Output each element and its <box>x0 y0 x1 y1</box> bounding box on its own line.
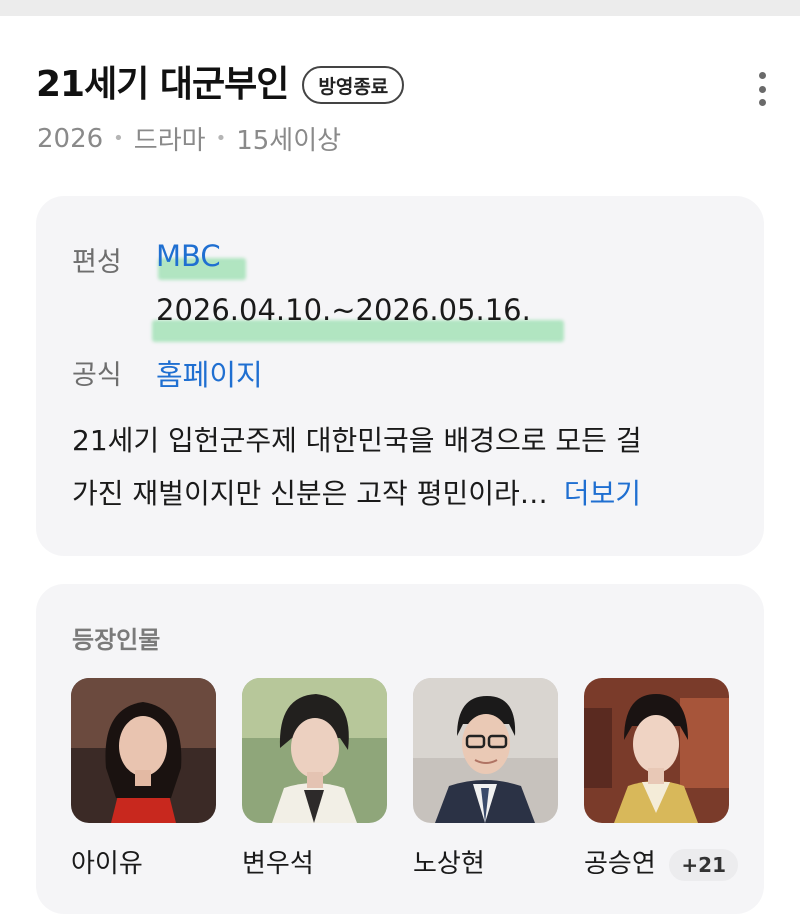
meta-year: 2026 <box>37 123 104 154</box>
top-divider-strip <box>0 0 800 16</box>
cast-member[interactable]: 노상현 <box>413 678 558 880</box>
more-link[interactable]: 더보기 <box>564 477 641 510</box>
title-row: 21세기 대군부인 방영종료 <box>36 62 405 108</box>
description: 21세기 입헌군주제 대한민국을 배경으로 모든 걸 가진 재벌이지만 신분은 … <box>72 414 732 520</box>
cast-member[interactable]: +21 공승연 <box>584 678 741 884</box>
meta-rating: 15세이상 <box>236 126 342 156</box>
actor-photo[interactable] <box>584 678 729 823</box>
description-line: 21세기 입헌군주제 대한민국을 배경으로 모든 걸 <box>72 424 642 457</box>
cast-member[interactable]: 변우석 <box>242 678 387 880</box>
actor-photo[interactable] <box>71 678 216 823</box>
description-line: 가진 재벌이지만 신분은 고작 평민이라… <box>72 477 548 510</box>
separator-dot: • <box>113 128 124 149</box>
cast-name: 노상현 <box>413 849 485 879</box>
homepage-link[interactable]: 홈페이지 <box>156 352 263 394</box>
meta-genre: 드라마 <box>133 126 206 156</box>
broadcast-label: 편성 <box>72 247 122 278</box>
actor-photo[interactable] <box>242 678 387 823</box>
separator-dot: • <box>215 128 227 149</box>
more-options-icon[interactable] <box>752 72 772 106</box>
more-cast-badge[interactable]: +21 <box>666 846 741 884</box>
status-badge: 방영종료 <box>302 66 405 104</box>
actor-photo[interactable] <box>413 678 558 823</box>
official-label: 공식 <box>72 360 122 391</box>
cast-member[interactable]: 아이유 <box>71 678 216 880</box>
broadcaster-link[interactable]: MBC <box>156 239 221 273</box>
page-title: 21세기 대군부인 <box>36 64 289 105</box>
show-meta: 2026 • 드라마 • 15세이상 <box>37 120 341 157</box>
cast-name: 변우석 <box>242 849 314 879</box>
cast-name: 아이유 <box>71 849 143 879</box>
cast-card: 등장인물 아이유 변우석 노상현 +21 공승연 <box>36 584 764 914</box>
air-dates: 2026.04.10.~2026.05.16. <box>156 293 531 327</box>
section-title: 등장인물 <box>72 626 161 654</box>
info-card: 편성 MBC 2026.04.10.~2026.05.16. 공식 홈페이지 2… <box>36 196 764 556</box>
